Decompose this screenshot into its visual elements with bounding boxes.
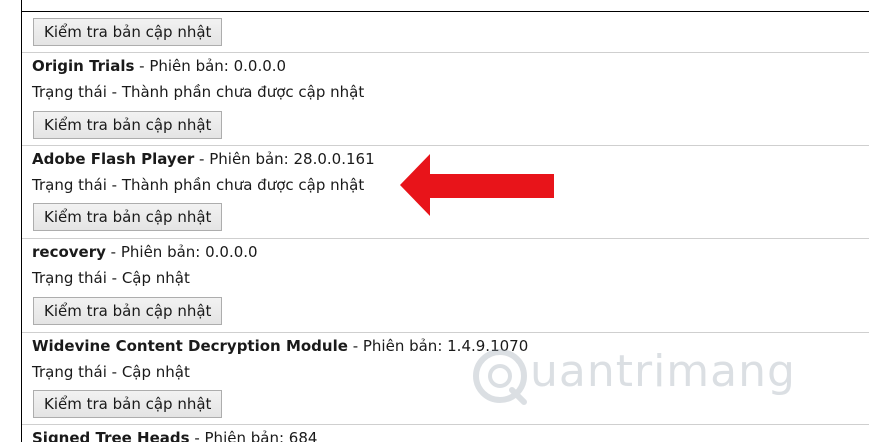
- check-update-button-origin-trials[interactable]: Kiểm tra bản cập nhật: [33, 111, 223, 139]
- separator: [22, 145, 869, 146]
- status-label: Trạng thái -: [32, 83, 122, 101]
- status-label: Trạng thái -: [32, 363, 122, 381]
- component-name: Origin Trials: [32, 57, 135, 75]
- component-version: 0.0.0.0: [205, 243, 258, 261]
- check-update-button-adobe-flash-player[interactable]: Kiểm tra bản cập nhật: [33, 203, 223, 231]
- check-update-button-recovery[interactable]: Kiểm tra bản cập nhật: [33, 297, 223, 325]
- version-label: - Phiên bản:: [134, 57, 234, 75]
- component-name: Signed Tree Heads: [32, 429, 190, 442]
- component-name: Adobe Flash Player: [32, 150, 195, 168]
- component-status: Cập nhật: [121, 269, 190, 287]
- watermark-logo-icon: [473, 349, 527, 405]
- component-version: 684: [288, 429, 318, 442]
- component-status: Thành phần chưa được cập nhật: [121, 176, 365, 194]
- version-label: - Phiên bản:: [194, 150, 294, 168]
- check-update-button-widevine[interactable]: Kiểm tra bản cập nhật: [33, 390, 223, 418]
- version-label: - Phiên bản:: [189, 429, 289, 442]
- components-page: Kiểm tra bản cập nhật Origin Trials - Ph…: [0, 0, 869, 442]
- separator: [22, 332, 869, 333]
- component-version: 28.0.0.161: [293, 150, 375, 168]
- separator: [22, 424, 869, 425]
- version-label: - Phiên bản:: [105, 243, 206, 261]
- separator: [22, 52, 869, 53]
- red-arrow-icon: [400, 154, 554, 216]
- component-status: Thành phần chưa được cập nhật: [121, 83, 365, 101]
- component-status: Cập nhật: [121, 363, 190, 381]
- status-label: Trạng thái -: [32, 269, 122, 287]
- watermark: uantrimang: [470, 340, 830, 410]
- component-version: 0.0.0.0: [233, 57, 287, 75]
- version-label: - Phiên bản:: [347, 337, 448, 355]
- frame-top-border: [21, 11, 869, 12]
- watermark-text: uantrimang: [530, 346, 796, 397]
- status-label: Trạng thái -: [32, 176, 122, 194]
- component-name: recovery: [32, 243, 106, 261]
- separator: [22, 238, 869, 239]
- component-name: Widevine Content Decryption Module: [32, 337, 348, 355]
- check-update-button-0[interactable]: Kiểm tra bản cập nhật: [33, 18, 223, 46]
